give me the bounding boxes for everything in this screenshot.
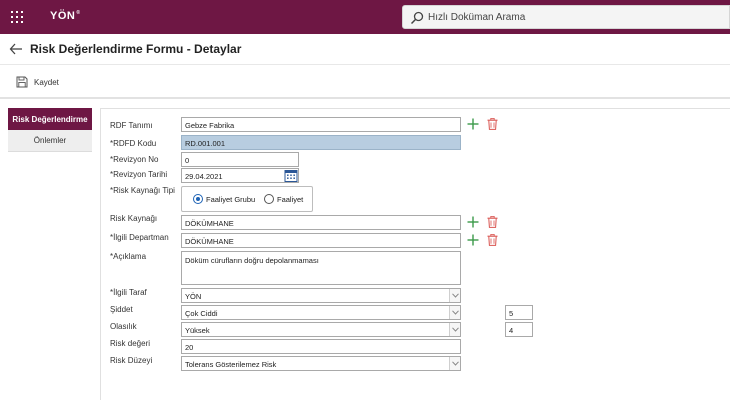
search-box[interactable] [402, 5, 730, 29]
olasilik-select[interactable]: Yüksek [181, 322, 461, 337]
radio-faaliyet[interactable]: Faaliyet [264, 194, 303, 204]
title-divider [0, 64, 730, 65]
risk-degeri-label: Risk değeri [110, 339, 151, 348]
olasilik-score-field[interactable]: 4 [505, 322, 533, 337]
save-button[interactable]: Kaydet [16, 74, 59, 90]
logo[interactable]: YÖN® [50, 10, 81, 22]
top-bar: YÖN® [0, 0, 730, 34]
radio-selected-icon [193, 194, 203, 204]
delete-risk-kaynagi-icon[interactable] [487, 216, 498, 228]
rdfd-kodu-label: *RDFD Kodu [110, 139, 157, 148]
add-risk-kaynagi-icon[interactable] [467, 216, 479, 228]
page-title: Risk Değerlendirme Formu - Detaylar [30, 42, 242, 56]
risk-kaynagi-field[interactable]: DÖKÜMHANE [181, 215, 461, 230]
delete-rdf-icon[interactable] [487, 118, 498, 130]
revizyon-no-label: *Revizyon No [110, 155, 159, 164]
search-input[interactable] [428, 9, 718, 25]
olasilik-label: Olasılık [110, 322, 137, 331]
siddet-score-field[interactable]: 5 [505, 305, 533, 320]
back-arrow-icon[interactable] [9, 42, 23, 56]
risk-kaynagi-tipi-label: *Risk Kaynağı Tipi [110, 186, 175, 195]
chevron-down-icon [449, 357, 460, 370]
save-button-label: Kaydet [34, 77, 59, 87]
risk-duzeyi-label: Risk Düzeyi [110, 356, 153, 365]
toolbar-divider [0, 97, 730, 99]
siddet-label: Şiddet [110, 305, 133, 314]
app-launcher-icon[interactable] [11, 11, 23, 23]
calendar-icon[interactable] [284, 169, 298, 182]
chevron-down-icon [449, 306, 460, 319]
risk-kaynagi-tipi-group: Faaliyet Grubu Faaliyet [181, 186, 313, 212]
risk-degeri-field[interactable]: 20 [181, 339, 461, 354]
side-tabs: Risk Değerlendirme Önlemler [8, 108, 92, 152]
search-icon [410, 11, 424, 25]
revizyon-tarihi-label: *Revizyon Tarihi [110, 170, 168, 179]
rdf-tanimi-field[interactable]: Gebze Fabrika [181, 117, 461, 132]
ilgili-departman-label: *İlgili Departman [110, 233, 169, 242]
risk-kaynagi-label: Risk Kaynağı [110, 214, 158, 223]
rdfd-kodu-field[interactable]: RD.001.001 [181, 135, 461, 150]
ilgili-departman-field[interactable]: DÖKÜMHANE [181, 233, 461, 248]
aciklama-label: *Açıklama [110, 252, 147, 261]
add-departman-icon[interactable] [467, 234, 479, 246]
risk-duzeyi-select[interactable]: Tolerans Gösterilemez Risk [181, 356, 461, 371]
save-icon [16, 76, 28, 88]
aciklama-textarea[interactable]: Döküm cürufların doğru depolanmaması [181, 251, 461, 285]
tab-onlemler[interactable]: Önlemler [8, 130, 92, 152]
rdf-tanimi-label: RDF Tanımı [110, 121, 153, 130]
revizyon-no-field[interactable]: 0 [181, 152, 299, 167]
siddet-select[interactable]: Çok Ciddi [181, 305, 461, 320]
delete-departman-icon[interactable] [487, 234, 498, 246]
add-rdf-icon[interactable] [467, 118, 479, 130]
ilgili-taraf-label: *İlgili Taraf [110, 288, 147, 297]
chevron-down-icon [449, 323, 460, 336]
ilgili-taraf-select[interactable]: YÖN [181, 288, 461, 303]
revizyon-tarihi-field[interactable]: 29.04.2021 [181, 168, 299, 183]
radio-unselected-icon [264, 194, 274, 204]
tab-risk-degerlendirme[interactable]: Risk Değerlendirme [8, 108, 92, 130]
radio-faaliyet-grubu[interactable]: Faaliyet Grubu [193, 194, 255, 204]
chevron-down-icon [449, 289, 460, 302]
